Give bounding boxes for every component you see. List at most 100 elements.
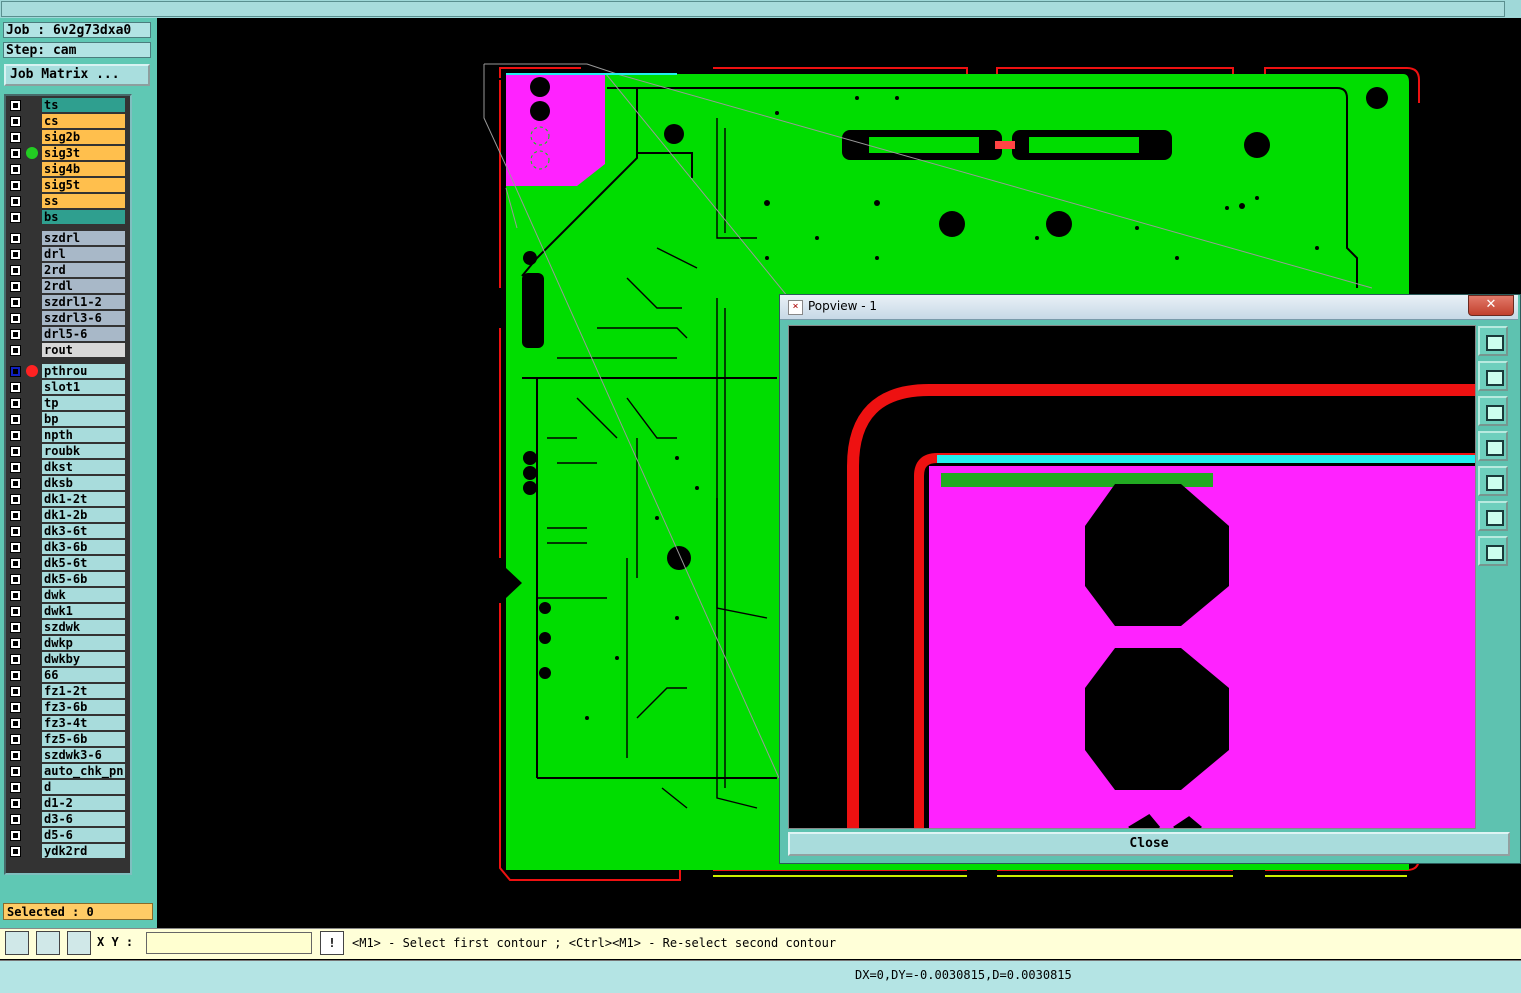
layer-row[interactable]: d3-6 [6, 812, 128, 827]
layer-name[interactable]: d3-6 [42, 812, 125, 826]
layer-checkbox[interactable] [10, 345, 21, 356]
layer-checkbox[interactable] [10, 249, 21, 260]
layer-row[interactable]: sig3t [6, 146, 128, 161]
layer-name[interactable]: roubk [42, 444, 125, 458]
layer-checkbox[interactable] [10, 766, 21, 777]
layer-row[interactable]: dk5-6t [6, 556, 128, 571]
layer-name[interactable]: d5-6 [42, 828, 125, 842]
layer-row[interactable]: sig2b [6, 130, 128, 145]
layer-row[interactable]: slot1 [6, 380, 128, 395]
message-button[interactable]: ! [320, 931, 344, 955]
layer-row[interactable]: dk1-2b [6, 508, 128, 523]
layer-row[interactable]: drl [6, 247, 128, 262]
layer-name[interactable]: dk5-6b [42, 572, 125, 586]
zoom-out-icon[interactable] [1478, 501, 1508, 531]
layer-row[interactable]: roubk [6, 444, 128, 459]
layer-row[interactable]: szdrl1-2 [6, 295, 128, 310]
layer-checkbox[interactable] [10, 526, 21, 537]
pan-up-icon[interactable] [1478, 361, 1508, 391]
layer-name[interactable]: fz3-4t [42, 716, 125, 730]
layer-checkbox[interactable] [10, 297, 21, 308]
layer-row[interactable]: dwkp [6, 636, 128, 651]
layer-checkbox[interactable] [10, 164, 21, 175]
zoom-fit-icon[interactable] [1478, 326, 1508, 356]
layer-name[interactable]: dwk1 [42, 604, 125, 618]
layer-name[interactable]: 2rd [42, 263, 125, 277]
layer-checkbox[interactable] [10, 132, 21, 143]
pan-right-icon[interactable] [1478, 466, 1508, 496]
layer-checkbox[interactable] [10, 398, 21, 409]
layer-name[interactable]: szdrl1-2 [42, 295, 125, 309]
layer-name[interactable]: drl [42, 247, 125, 261]
layer-checkbox[interactable] [10, 281, 21, 292]
layer-row[interactable]: d [6, 780, 128, 795]
measure-angle-icon[interactable] [36, 931, 60, 955]
popview-canvas[interactable] [788, 325, 1476, 829]
layer-name[interactable]: bp [42, 412, 125, 426]
layer-name[interactable]: dk3-6b [42, 540, 125, 554]
layer-name[interactable]: szdwk [42, 620, 125, 634]
layer-checkbox[interactable] [10, 718, 21, 729]
layer-row[interactable]: dwk [6, 588, 128, 603]
layer-name[interactable]: ydk2rd [42, 844, 125, 858]
layer-row[interactable]: 2rdl [6, 279, 128, 294]
layer-row[interactable]: fz3-6b [6, 700, 128, 715]
popview-window[interactable]: × Popview - 1 ✕ Close [779, 294, 1521, 864]
layer-checkbox[interactable] [10, 814, 21, 825]
layer-name[interactable]: dk5-6t [42, 556, 125, 570]
layer-row[interactable]: d5-6 [6, 828, 128, 843]
layer-name[interactable]: auto_chk_pn [42, 764, 125, 778]
layer-row[interactable]: auto_chk_pn [6, 764, 128, 779]
close-window-button[interactable]: ✕ [1468, 295, 1514, 316]
layer-row[interactable]: dk5-6b [6, 572, 128, 587]
layer-row[interactable]: dwk1 [6, 604, 128, 619]
layer-checkbox[interactable] [10, 382, 21, 393]
layer-checkbox[interactable] [10, 414, 21, 425]
layer-row[interactable]: cs [6, 114, 128, 129]
layer-name[interactable]: szdrl [42, 231, 125, 245]
layer-checkbox[interactable] [10, 116, 21, 127]
layer-name[interactable]: cs [42, 114, 125, 128]
layer-name[interactable]: drl5-6 [42, 327, 125, 341]
layer-name[interactable]: dwk [42, 588, 125, 602]
popview-titlebar[interactable]: × Popview - 1 ✕ [780, 295, 1518, 320]
layer-row[interactable]: dwkby [6, 652, 128, 667]
layer-row[interactable]: 2rd [6, 263, 128, 278]
layer-row[interactable]: sig5t [6, 178, 128, 193]
layer-name[interactable]: szdrl3-6 [42, 311, 125, 325]
layer-row[interactable]: bp [6, 412, 128, 427]
layer-checkbox[interactable] [10, 606, 21, 617]
measure-point-icon[interactable] [5, 931, 29, 955]
layer-checkbox[interactable] [10, 590, 21, 601]
layer-row[interactable]: ydk2rd [6, 844, 128, 859]
layer-checkbox[interactable] [10, 702, 21, 713]
layer-row[interactable]: dk1-2t [6, 492, 128, 507]
layer-row[interactable]: ss [6, 194, 128, 209]
layer-name[interactable]: sig5t [42, 178, 125, 192]
layer-checkbox[interactable] [10, 510, 21, 521]
layer-name[interactable]: dk1-2b [42, 508, 125, 522]
layer-checkbox[interactable] [10, 574, 21, 585]
layer-checkbox[interactable] [10, 622, 21, 633]
layer-checkbox[interactable] [10, 313, 21, 324]
layer-checkbox[interactable] [10, 180, 21, 191]
layer-checkbox[interactable] [10, 148, 21, 159]
layer-checkbox[interactable] [10, 329, 21, 340]
snap-grid-icon[interactable] [67, 931, 91, 955]
layer-row[interactable]: drl5-6 [6, 327, 128, 342]
layer-name[interactable]: dkst [42, 460, 125, 474]
layer-checkbox[interactable] [10, 542, 21, 553]
layer-row[interactable]: dkst [6, 460, 128, 475]
layer-name[interactable]: dksb [42, 476, 125, 490]
layer-row[interactable]: dk3-6t [6, 524, 128, 539]
layer-checkbox[interactable] [10, 782, 21, 793]
layer-row[interactable]: npth [6, 428, 128, 443]
layer-checkbox[interactable] [10, 558, 21, 569]
xy-input[interactable] [146, 932, 312, 954]
layer-row[interactable]: fz5-6b [6, 732, 128, 747]
layer-name[interactable]: sig2b [42, 130, 125, 144]
layer-row[interactable]: tp [6, 396, 128, 411]
layer-name[interactable]: fz3-6b [42, 700, 125, 714]
layer-name[interactable]: ts [42, 98, 125, 112]
layer-checkbox[interactable] [10, 846, 21, 857]
